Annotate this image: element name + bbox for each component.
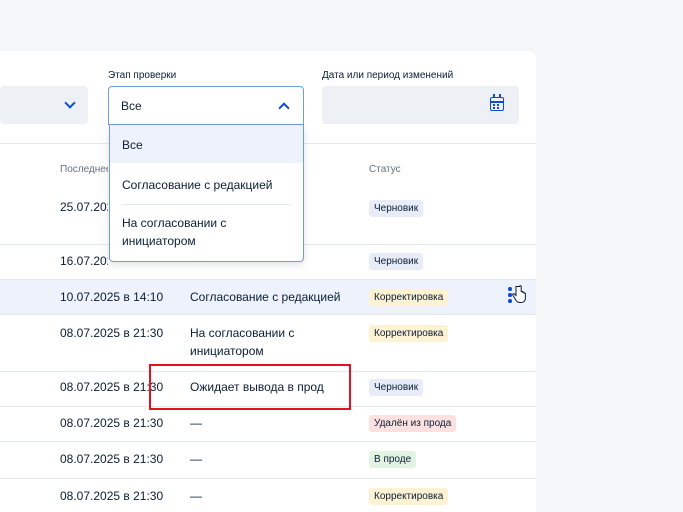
header-last-change[interactable]: Последнее изменение <box>60 164 108 175</box>
row-date: 08.07.2025 в 21:30 <box>60 326 164 340</box>
hand-cursor-icon <box>512 285 526 303</box>
status-badge: Корректировка <box>369 289 449 306</box>
stage-filter-select[interactable]: Все <box>108 86 304 125</box>
row-date: 08.07.2025 в 21:30 <box>60 452 164 466</box>
previous-filter-field[interactable] <box>0 86 88 124</box>
row-date: 25.07.2025 в 16:32 <box>60 200 108 214</box>
row-stage: На согласовании с инициатором <box>190 326 295 358</box>
table-row[interactable]: 10.07.2025 в 14:10 Согласование с редакц… <box>0 280 536 314</box>
highlight-frame <box>149 364 351 410</box>
status-badge: Корректировка <box>369 325 449 342</box>
dropdown-option-editorial[interactable]: Согласование с редакцией <box>110 163 303 203</box>
status-badge: Черновик <box>369 379 424 396</box>
header-status[interactable]: Статус <box>369 164 401 175</box>
stage-filter-value: Все <box>121 99 142 113</box>
row-date: 08.07.2025 в 21:30 <box>60 380 164 394</box>
table-row[interactable]: 08.07.2025 в 21:30 На согласовании с ини… <box>0 315 536 371</box>
status-badge: Черновик <box>369 200 424 217</box>
stage-dropdown-list: Все Согласование с редакцией На согласов… <box>109 125 304 262</box>
calendar-icon[interactable] <box>490 94 504 111</box>
row-stage: Согласование с редакцией <box>190 290 341 304</box>
status-badge: В проде <box>369 451 417 468</box>
date-filter-label: Дата или период изменений <box>322 70 454 81</box>
stage-filter-label: Этап проверки <box>108 70 177 81</box>
chevron-up-icon <box>278 102 290 114</box>
row-date: 10.07.2025 в 14:10 <box>60 290 164 304</box>
row-date: 08.07.2025 в 21:30 <box>60 489 164 503</box>
status-badge: Удалён из прода <box>369 415 457 432</box>
table-row[interactable]: 08.07.2025 в 21:30 — Корректировка <box>0 479 536 512</box>
dropdown-option-all[interactable]: Все <box>110 125 303 163</box>
table-row[interactable]: 08.07.2025 в 21:30 — Удалён из прода <box>0 407 536 441</box>
row-stage: — <box>190 416 202 430</box>
status-badge: Черновик <box>369 253 424 270</box>
dropdown-option-initiator[interactable]: На согласовании с инициатором <box>110 205 260 260</box>
row-stage: — <box>190 452 202 466</box>
table-row[interactable]: 08.07.2025 в 21:30 — В проде <box>0 442 536 478</box>
row-date: 16.07.2025 в 16:32 <box>60 254 108 268</box>
status-badge: Корректировка <box>369 488 449 505</box>
chevron-down-icon <box>64 97 76 109</box>
row-date: 08.07.2025 в 21:30 <box>60 416 164 430</box>
row-stage: — <box>190 489 202 503</box>
